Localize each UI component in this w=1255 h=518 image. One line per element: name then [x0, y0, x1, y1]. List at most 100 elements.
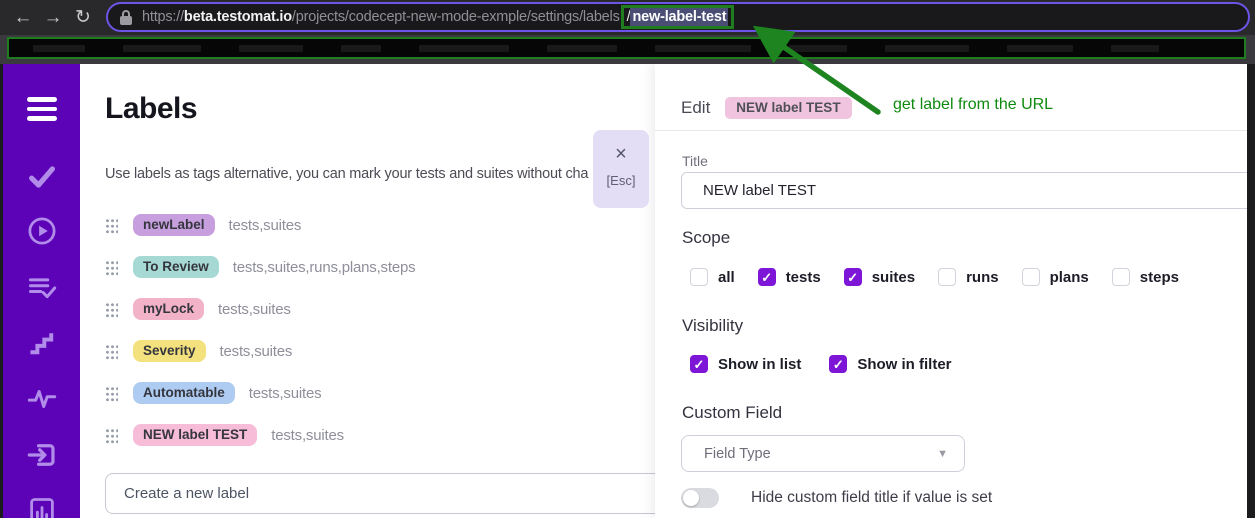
- checkbox[interactable]: ✓: [1112, 268, 1130, 286]
- url-path: /projects/codecept-new-mode-exmple/setti…: [292, 9, 620, 25]
- checkbox-label: Show in filter: [857, 356, 951, 373]
- edit-label-badge: NEW label TEST: [725, 97, 851, 119]
- play-circle-icon[interactable]: [3, 216, 80, 246]
- label-badge[interactable]: myLock: [133, 298, 204, 320]
- checkbox[interactable]: ✓: [844, 268, 862, 286]
- label-list: newLabel tests,suites To Review tests,su…: [105, 204, 645, 456]
- scope-checkbox-tests[interactable]: ✓ tests: [758, 268, 821, 286]
- label-badge[interactable]: Severity: [133, 340, 206, 362]
- scope-checkbox-plans[interactable]: ✓ plans: [1022, 268, 1089, 286]
- chevron-down-icon: ▼: [937, 448, 948, 460]
- browser-toolbar: ← → ↻ https://beta.testomat.io/projects/…: [0, 0, 1255, 35]
- check-icon: ✓: [833, 358, 844, 371]
- menu-icon[interactable]: [3, 97, 80, 121]
- url-protocol: https://: [142, 9, 184, 25]
- bar-chart-icon[interactable]: [3, 496, 80, 518]
- label-scope: tests,suites: [271, 427, 344, 444]
- drag-handle-icon[interactable]: [105, 259, 118, 276]
- drag-handle-icon[interactable]: [105, 301, 118, 318]
- label-scope: tests,suites: [218, 301, 291, 318]
- edit-heading: Edit: [681, 98, 710, 118]
- scope-checkbox-row: ✓ all ✓ tests ✓ suites ✓ runs ✓ plans ✓ …: [690, 268, 1202, 286]
- check-icon: ✓: [761, 271, 772, 284]
- stairs-icon[interactable]: [3, 328, 80, 358]
- title-field-label: Title: [682, 153, 708, 169]
- toggle-label: Hide custom field title if value is set: [751, 489, 992, 507]
- app-sidebar: [3, 64, 80, 518]
- title-input[interactable]: [681, 172, 1247, 209]
- list-check-icon[interactable]: [3, 273, 80, 303]
- label-scope: tests,suites: [220, 343, 293, 360]
- scope-checkbox-steps[interactable]: ✓ steps: [1112, 268, 1179, 286]
- visibility-checkbox-row: ✓ Show in list ✓ Show in filter: [690, 355, 975, 373]
- show-in-filter-checkbox[interactable]: ✓ Show in filter: [829, 355, 951, 373]
- edit-label-panel: Edit NEW label TEST Title Scope ✓ all ✓ …: [655, 64, 1247, 518]
- scope-checkbox-suites[interactable]: ✓ suites: [844, 268, 915, 286]
- label-scope: tests,suites: [249, 385, 322, 402]
- label-row: Severity tests,suites: [105, 330, 645, 372]
- scope-checkbox-runs[interactable]: ✓ runs: [938, 268, 999, 286]
- checkbox[interactable]: ✓: [758, 268, 776, 286]
- label-badge[interactable]: Automatable: [133, 382, 235, 404]
- hide-title-toggle[interactable]: [681, 488, 719, 508]
- back-button[interactable]: ←: [8, 8, 38, 27]
- label-row: NEW label TEST tests,suites: [105, 414, 645, 456]
- annotation-green-box: /new-label-test: [621, 5, 735, 29]
- close-panel-button[interactable]: × [Esc]: [593, 130, 649, 208]
- checkbox[interactable]: ✓: [938, 268, 956, 286]
- label-badge[interactable]: newLabel: [133, 214, 215, 236]
- label-scope: tests,suites: [229, 217, 302, 234]
- url-text: https://beta.testomat.io/projects/codece…: [142, 5, 734, 29]
- check-icon[interactable]: [3, 162, 80, 192]
- redacted-bookmarks-overlay: [7, 37, 1246, 59]
- field-type-select[interactable]: Field Type ▼: [681, 435, 965, 472]
- drag-handle-icon[interactable]: [105, 385, 118, 402]
- checkbox-label: Show in list: [718, 356, 801, 373]
- annotation-note: get label from the URL: [893, 96, 1053, 114]
- check-icon: ✓: [694, 358, 705, 371]
- custom-field-section-label: Custom Field: [682, 403, 782, 423]
- drag-handle-icon[interactable]: [105, 427, 118, 444]
- scope-checkbox-all[interactable]: ✓ all: [690, 268, 735, 286]
- url-domain: beta.testomat.io: [184, 9, 292, 25]
- label-badge[interactable]: To Review: [133, 256, 219, 278]
- label-row: Automatable tests,suites: [105, 372, 645, 414]
- page-description: Use labels as tags alternative, you can …: [105, 166, 597, 182]
- forward-button[interactable]: →: [38, 8, 68, 27]
- drag-handle-icon[interactable]: [105, 217, 118, 234]
- pulse-icon[interactable]: [3, 384, 80, 414]
- hamburger-bars: [27, 97, 57, 121]
- hide-title-toggle-row: Hide custom field title if value is set: [681, 488, 992, 508]
- show-in-list-checkbox[interactable]: ✓ Show in list: [690, 355, 801, 373]
- url-selected-segment: new-label-test: [630, 8, 728, 26]
- close-icon: ×: [593, 144, 649, 164]
- esc-hint: [Esc]: [593, 173, 649, 188]
- checkbox[interactable]: ✓: [690, 268, 708, 286]
- create-label-input[interactable]: [105, 473, 665, 514]
- label-row: newLabel tests,suites: [105, 204, 645, 246]
- toggle-knob: [683, 490, 699, 506]
- page-title: Labels: [105, 92, 197, 126]
- reload-button[interactable]: ↻: [68, 8, 98, 27]
- checkbox-label: suites: [872, 269, 915, 286]
- visibility-section-label: Visibility: [682, 316, 743, 336]
- labels-page: Labels Use labels as tags alternative, y…: [80, 64, 655, 518]
- label-row: To Review tests,suites,runs,plans,steps: [105, 246, 645, 288]
- checkbox-label: all: [718, 269, 735, 286]
- sign-in-icon[interactable]: [3, 440, 80, 470]
- scope-section-label: Scope: [682, 228, 730, 248]
- panel-header: Edit NEW label TEST: [681, 97, 852, 119]
- bookmarks-bar: [0, 35, 1255, 64]
- drag-handle-icon[interactable]: [105, 343, 118, 360]
- checkbox[interactable]: ✓: [829, 355, 847, 373]
- label-scope: tests,suites,runs,plans,steps: [233, 259, 416, 276]
- checkbox-label: tests: [786, 269, 821, 286]
- checkbox[interactable]: ✓: [690, 355, 708, 373]
- address-bar[interactable]: https://beta.testomat.io/projects/codece…: [106, 2, 1250, 32]
- checkbox[interactable]: ✓: [1022, 268, 1040, 286]
- panel-divider: [655, 130, 1247, 131]
- checkbox-label: runs: [966, 269, 999, 286]
- check-icon: ✓: [847, 271, 858, 284]
- label-badge[interactable]: NEW label TEST: [133, 424, 257, 446]
- field-type-placeholder: Field Type: [704, 446, 937, 462]
